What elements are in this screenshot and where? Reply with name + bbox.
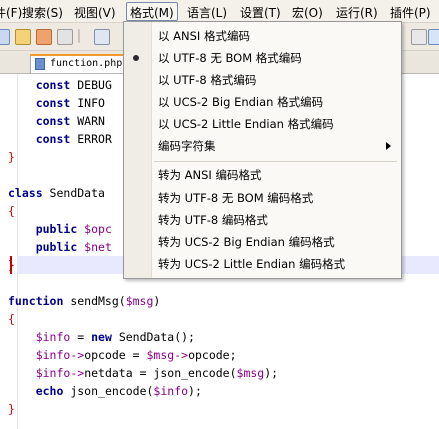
menu-item-encode-utf8-no-bom[interactable]: 以 UTF-8 无 BOM 格式编码: [158, 48, 302, 68]
menu-language[interactable]: 语言(L): [187, 4, 227, 21]
menu-item-convert-utf8[interactable]: 转为 UTF-8 编码格式: [158, 210, 268, 230]
code-line: }: [8, 150, 15, 164]
code-line: const DEBUG: [35, 78, 112, 92]
format-menu-dropdown: 以 ANSI 格式编码 以 UTF-8 无 BOM 格式编码 以 UTF-8 格…: [123, 21, 402, 279]
code-line: $info = new SendData();: [35, 330, 195, 344]
code-line: {: [8, 312, 15, 326]
save-all-icon[interactable]: [15, 29, 31, 45]
file-icon: [35, 58, 45, 70]
code-line: const WARN: [35, 114, 105, 128]
code-line: echo json_encode($info);: [35, 384, 202, 398]
menu-item-encode-ucs2-be[interactable]: 以 UCS-2 Big Endian 格式编码: [158, 92, 323, 112]
code-line: function sendMsg($msg): [8, 294, 161, 308]
menu-item-convert-utf8-no-bom[interactable]: 转为 UTF-8 无 BOM 编码格式: [158, 188, 313, 208]
menu-macro[interactable]: 宏(O): [292, 4, 323, 21]
menu-settings[interactable]: 设置(T): [240, 4, 281, 21]
indent-guide-icon[interactable]: [428, 29, 439, 45]
code-line: }: [8, 402, 15, 416]
menu-plugins[interactable]: 插件(P): [390, 4, 431, 21]
submenu-arrow-icon: [386, 142, 391, 150]
menu-separator: [154, 161, 397, 162]
code-line: $info->netdata = json_encode($msg);: [35, 366, 279, 380]
save-icon[interactable]: [0, 29, 10, 45]
menu-item-encode-ansi[interactable]: 以 ANSI 格式编码: [158, 26, 250, 46]
code-line: $info->opcode = $msg->opcode;: [35, 348, 237, 362]
menu-item-convert-ucs2-le[interactable]: 转为 UCS-2 Little Endian 编码格式: [158, 254, 345, 274]
code-line: }: [8, 258, 15, 272]
menu-search[interactable]: 搜索(S): [22, 4, 63, 21]
menu-item-encode-ucs2-le[interactable]: 以 UCS-2 Little Endian 格式编码: [158, 114, 334, 134]
code-line: public $net: [35, 240, 112, 254]
menu-item-charset[interactable]: 编码字符集: [158, 136, 216, 156]
radio-selected-icon: [133, 55, 139, 61]
menu-file[interactable]: 件(F): [0, 4, 22, 21]
menu-item-convert-ucs2-be[interactable]: 转为 UCS-2 Big Endian 编码格式: [158, 232, 335, 252]
code-line: const INFO: [35, 96, 105, 110]
menu-item-encode-utf8[interactable]: 以 UTF-8 格式编码: [158, 70, 256, 90]
menu-format[interactable]: 格式(M): [126, 2, 178, 21]
tab-label: function.php: [50, 58, 123, 69]
code-line: const ERROR: [35, 132, 112, 146]
menu-item-convert-ansi[interactable]: 转为 ANSI 编码格式: [158, 165, 261, 185]
cut-icon[interactable]: [94, 29, 110, 45]
close-all-icon[interactable]: [57, 29, 73, 45]
menu-bar: 件(F) 搜索(S) 视图(V) 格式(M) 语言(L) 设置(T) 宏(O) …: [0, 0, 439, 23]
menu-gutter: [124, 22, 152, 278]
toolbar-separator: [78, 29, 80, 43]
code-line: public $opc: [35, 222, 112, 236]
code-line: {: [8, 204, 15, 218]
menu-run[interactable]: 运行(R): [336, 4, 378, 21]
code-line: class SendData: [8, 186, 105, 200]
close-file-icon[interactable]: [36, 29, 52, 45]
menu-view[interactable]: 视图(V): [74, 4, 116, 21]
paragraph-icon[interactable]: [411, 29, 427, 45]
